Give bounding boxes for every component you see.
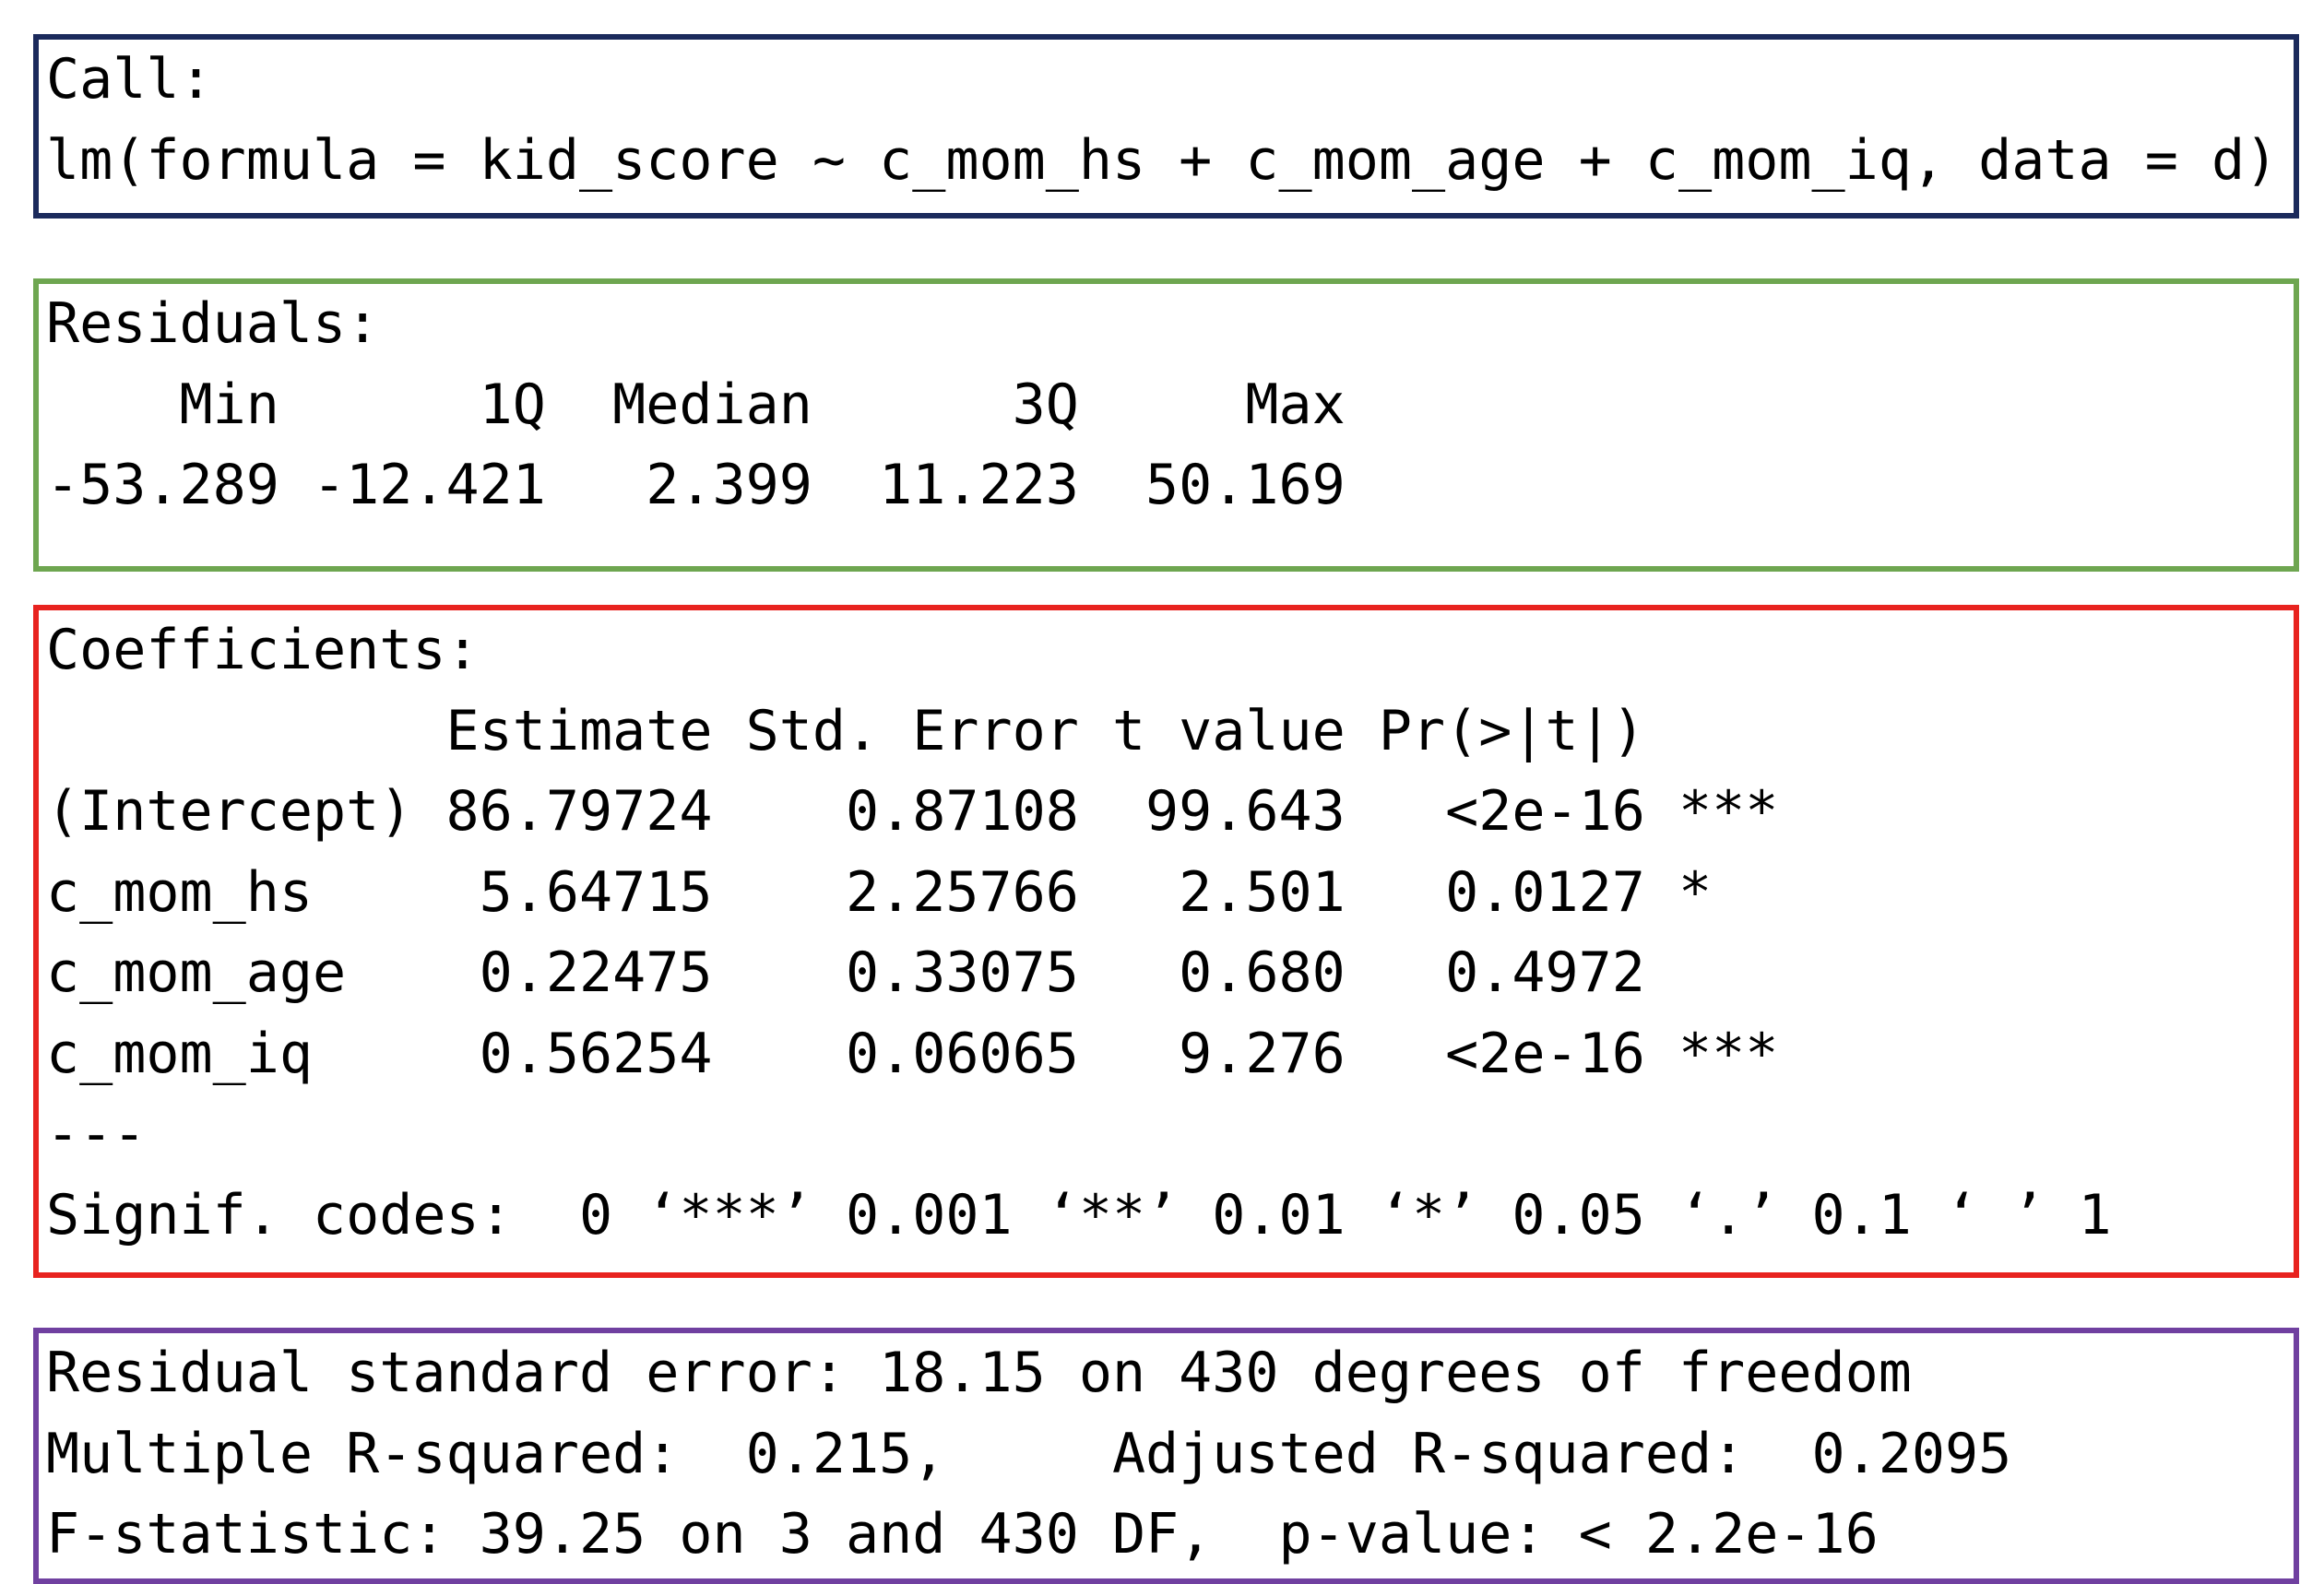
signif-codes: Signif. codes: 0 ‘***’ 0.001 ‘**’ 0.01 ‘… <box>46 1182 2112 1247</box>
coefficient-row-c-mom-hs: c_mom_hs 5.64715 2.25766 2.501 0.0127 * <box>46 859 1779 925</box>
coefficient-row-c-mom-iq: c_mom_iq 0.56254 0.06065 9.276 <2e-16 **… <box>46 1021 1779 1086</box>
call-heading: Call: <box>46 47 213 112</box>
residual-standard-error: Residual standard error: 18.15 on 430 de… <box>46 1341 1912 1405</box>
coefficients-separator: --- <box>46 1102 147 1166</box>
coefficient-row-intercept: (Intercept) 86.79724 0.87108 99.643 <2e-… <box>46 779 1779 844</box>
coefficients-heading: Coefficients: <box>46 618 480 682</box>
coefficients-header-row: Estimate Std. Error t value Pr(>|t|) <box>46 698 1779 763</box>
residuals-section: Residuals: Min 1Q Median 3Q Max -53.289 … <box>33 278 2299 572</box>
call-section: Call: lm(formula = kid_score ~ c_mom_hs … <box>33 34 2299 219</box>
f-statistic-line: F-statistic: 39.25 on 3 and 430 DF, p-va… <box>46 1502 1879 1566</box>
coefficient-row-c-mom-age: c_mom_age 0.22475 0.33075 0.680 0.4972 <box>46 940 1779 1005</box>
model-stats-section: Residual standard error: 18.15 on 430 de… <box>33 1328 2299 1584</box>
call-formula: lm(formula = kid_score ~ c_mom_hs + c_mo… <box>46 127 2279 193</box>
r-squared-line: Multiple R-squared: 0.215, Adjusted R-sq… <box>46 1421 2045 1486</box>
residuals-values-row: -53.289 -12.421 2.399 11.223 50.169 <box>46 453 1379 517</box>
residuals-heading: Residuals: <box>46 291 380 356</box>
coefficients-section: Coefficients: Estimate Std. Error t valu… <box>33 605 2299 1278</box>
residuals-header-row: Min 1Q Median 3Q Max <box>46 372 1379 437</box>
